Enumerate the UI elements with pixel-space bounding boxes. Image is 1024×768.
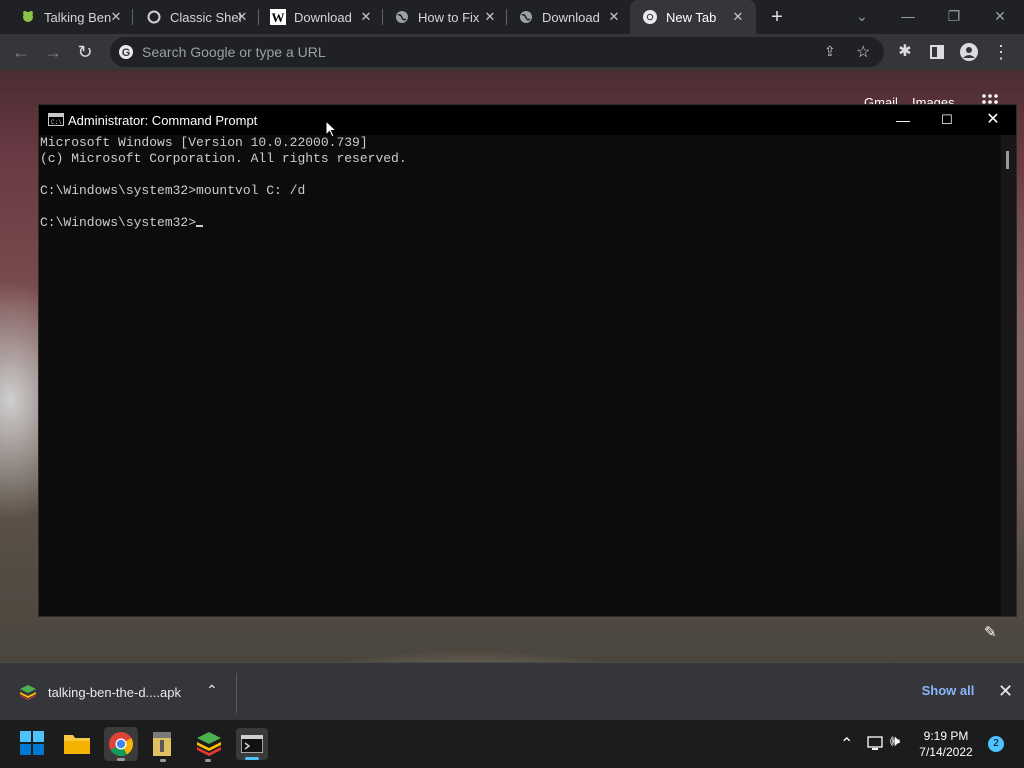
- mouse-pointer-icon: [325, 119, 338, 143]
- close-tab-icon[interactable]: ✕: [730, 9, 746, 25]
- windows-taskbar: ⌃ 🕪 9:19 PM 7/14/2022 2: [0, 720, 1024, 768]
- console-prompt-line: C:\Windows\system32>: [40, 215, 1000, 231]
- console-line: C:\Windows\system32>mountvol C: /d: [40, 183, 306, 198]
- clock-time: 9:19 PM: [923, 729, 969, 743]
- talking-ben-favicon: [20, 9, 36, 25]
- address-bar-placeholder: Search Google or type a URL: [142, 44, 326, 60]
- google-icon: G: [118, 44, 134, 65]
- cmd-scrollbar-thumb[interactable]: [1006, 151, 1009, 169]
- tab-download-globe[interactable]: Download ✕: [498, 0, 630, 34]
- tab-how-to-fix[interactable]: How to Fix ✕: [374, 0, 506, 34]
- address-bar[interactable]: G Search Google or type a URL ⇪ ☆: [110, 37, 884, 67]
- cmd-scrollbar[interactable]: [1001, 135, 1016, 616]
- download-shelf: talking-ben-the-d....apk ⌃ Show all ✕: [0, 662, 1024, 721]
- network-icon[interactable]: [866, 735, 884, 756]
- chevron-up-tray-icon[interactable]: ⌃: [840, 734, 853, 754]
- minimize-icon[interactable]: —: [886, 4, 930, 28]
- terminal-taskbar-icon[interactable]: [236, 728, 268, 760]
- file-explorer-icon[interactable]: [63, 730, 91, 758]
- cmd-title-bar[interactable]: C:\ Administrator: Command Prompt — ☐ ✕: [39, 105, 1016, 135]
- show-all-button[interactable]: Show all: [914, 676, 982, 706]
- globe-favicon: [394, 9, 410, 25]
- text-cursor: [196, 225, 204, 227]
- bookmark-star-icon[interactable]: ☆: [856, 42, 870, 62]
- command-prompt-window[interactable]: C:\ Administrator: Command Prompt — ☐ ✕ …: [38, 104, 1017, 617]
- chrome-favicon: [642, 9, 658, 25]
- close-tab-icon[interactable]: ✕: [482, 9, 498, 25]
- close-tab-icon[interactable]: ✕: [234, 9, 250, 25]
- cmd-close-icon[interactable]: ✕: [973, 109, 1013, 131]
- clock-date: 7/14/2022: [919, 745, 973, 759]
- customize-pencil-icon[interactable]: ✎: [984, 623, 997, 641]
- close-tab-icon[interactable]: ✕: [358, 9, 374, 25]
- back-icon[interactable]: ←: [8, 39, 34, 65]
- svg-text:W: W: [272, 10, 285, 25]
- bluestacks-icon[interactable]: [195, 730, 223, 762]
- svg-text:G: G: [122, 47, 131, 59]
- close-download-shelf-icon[interactable]: ✕: [998, 681, 1013, 702]
- share-icon[interactable]: ⇪: [824, 43, 836, 60]
- tab-new-tab[interactable]: New Tab ✕: [630, 0, 756, 34]
- cmd-app-icon: C:\: [48, 113, 64, 126]
- windows-start-icon[interactable]: [19, 730, 47, 758]
- w-favicon: W: [270, 9, 286, 25]
- restore-icon[interactable]: ❐: [932, 4, 976, 28]
- profile-avatar-icon[interactable]: [956, 39, 982, 65]
- download-item-filename[interactable]: talking-ben-the-d....apk: [48, 685, 181, 700]
- reload-icon[interactable]: ↻: [72, 39, 98, 65]
- chevron-up-icon[interactable]: ⌃: [206, 682, 218, 699]
- side-panel-icon[interactable]: [924, 39, 950, 65]
- new-tab-button[interactable]: +: [766, 6, 788, 28]
- tab-download-w[interactable]: W Download ✕: [250, 0, 382, 34]
- svg-text:C:\: C:\: [51, 119, 62, 125]
- cmd-window-title: Administrator: Command Prompt: [68, 113, 258, 128]
- notification-badge[interactable]: 2: [988, 736, 1004, 752]
- browser-toolbar: ← → ↻ G Search Google or type a URL ⇪ ☆ …: [0, 34, 1024, 70]
- close-tab-icon[interactable]: ✕: [108, 9, 124, 25]
- tab-classic-shell[interactable]: Classic Shel ✕: [126, 0, 258, 34]
- close-window-icon[interactable]: ✕: [978, 4, 1022, 28]
- globe-favicon: [518, 9, 534, 25]
- circle-favicon: [146, 9, 162, 25]
- console-line: (c) Microsoft Corporation. All rights re…: [40, 151, 407, 166]
- menu-kebab-icon[interactable]: ⋮: [988, 39, 1014, 65]
- tab-talking-ben[interactable]: Talking Ben ✕: [0, 0, 132, 34]
- console-line: Microsoft Windows [Version 10.0.22000.73…: [40, 135, 368, 150]
- forward-icon[interactable]: →: [40, 39, 66, 65]
- taskbar-clock[interactable]: 9:19 PM 7/14/2022: [914, 728, 978, 760]
- console-prompt: C:\Windows\system32>: [40, 215, 197, 230]
- chrome-taskbar-icon[interactable]: [104, 727, 138, 761]
- close-tab-icon[interactable]: ✕: [606, 9, 622, 25]
- volume-icon[interactable]: 🕪: [890, 733, 900, 751]
- cmd-console-output[interactable]: Microsoft Windows [Version 10.0.22000.73…: [39, 135, 1000, 616]
- tab-strip: Talking Ben ✕ Classic Shel ✕ W Download …: [0, 0, 1024, 34]
- cmd-minimize-icon[interactable]: —: [883, 109, 923, 131]
- download-divider: [236, 673, 237, 713]
- tab-search-icon[interactable]: ⌄: [840, 4, 884, 28]
- archive-app-icon[interactable]: [150, 730, 178, 762]
- cmd-maximize-icon[interactable]: ☐: [927, 109, 967, 131]
- extensions-icon[interactable]: ✱: [892, 39, 918, 65]
- apk-file-icon: [18, 683, 38, 706]
